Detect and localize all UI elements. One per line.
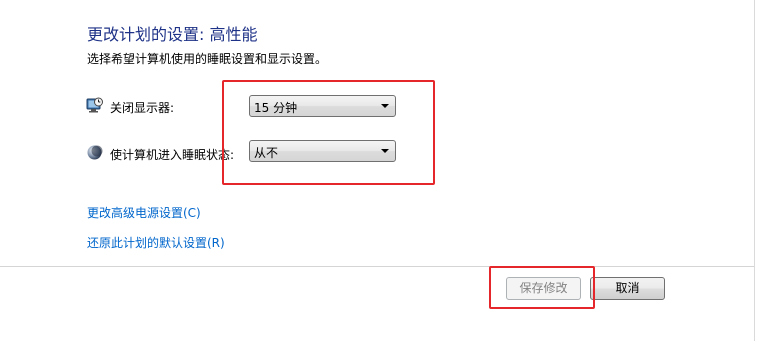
highlight-box-dropdowns	[222, 80, 435, 185]
monitor-clock-icon	[86, 97, 103, 114]
footer-divider	[0, 266, 755, 267]
page-title: 更改计划的设置: 高性能	[87, 25, 258, 44]
window-edge-strip	[755, 0, 762, 341]
sleep-label: 使计算机进入睡眠状态:	[110, 148, 235, 162]
advanced-power-settings-link[interactable]: 更改高级电源设置(C)	[87, 204, 201, 221]
moon-sleep-icon	[86, 144, 103, 161]
page-subtitle: 选择希望计算机使用的睡眠设置和显示设置。	[87, 52, 328, 66]
highlight-box-save	[489, 266, 595, 309]
power-plan-settings-window: 更改计划的设置: 高性能 选择希望计算机使用的睡眠设置和显示设置。 关闭显示器:…	[0, 0, 762, 341]
restore-defaults-link[interactable]: 还原此计划的默认设置(R)	[87, 234, 225, 251]
cancel-button[interactable]: 取消	[590, 277, 665, 300]
turn-off-display-label: 关闭显示器:	[110, 101, 175, 115]
